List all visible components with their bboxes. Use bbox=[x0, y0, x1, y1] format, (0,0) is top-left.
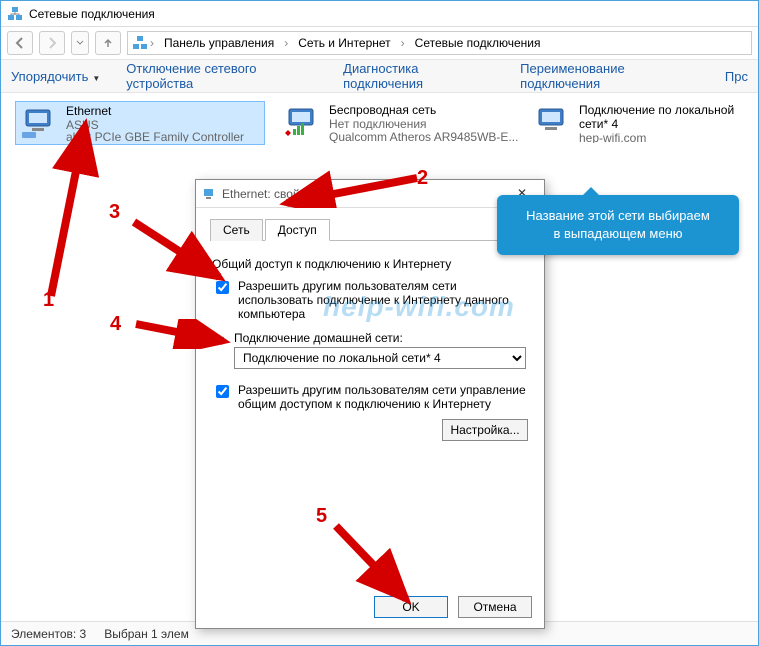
connection-detail: Qualcomm Atheros AR9485WB-E... bbox=[329, 130, 518, 143]
rename-connection[interactable]: Переименование подключения bbox=[520, 61, 699, 91]
connection-name: Ethernet bbox=[66, 104, 244, 118]
configure-button[interactable]: Настройка... bbox=[442, 419, 528, 441]
chevron-right-icon: › bbox=[148, 36, 156, 50]
home-network-select[interactable]: Подключение по локальной сети* 4 bbox=[234, 347, 526, 369]
breadcrumb-connections[interactable]: Сетевые подключения bbox=[407, 32, 549, 54]
breadcrumb-net[interactable]: Сеть и Интернет bbox=[290, 32, 398, 54]
ethernet-icon bbox=[20, 104, 60, 142]
breadcrumb-cp[interactable]: Панель управления bbox=[156, 32, 282, 54]
connection-detail: altek PCIe GBE Family Controller bbox=[66, 130, 244, 142]
tab-access[interactable]: Доступ bbox=[265, 219, 330, 241]
cancel-button[interactable]: Отмена bbox=[458, 596, 532, 618]
connection-sub: Нет подключения bbox=[329, 117, 518, 130]
nav-row: › Панель управления › Сеть и Интернет › … bbox=[1, 27, 758, 59]
wireless-icon bbox=[283, 103, 323, 141]
status-elements: Элементов: 3 bbox=[11, 627, 86, 641]
organize-menu[interactable]: Упорядочить▼ bbox=[11, 69, 100, 84]
tab-network[interactable]: Сеть bbox=[210, 219, 263, 241]
connection-sub: hеp-wifi.com bbox=[579, 131, 745, 143]
callout-line-1: Название этой сети выбираем bbox=[511, 207, 725, 225]
network-icon bbox=[132, 35, 148, 51]
ethernet-icon bbox=[202, 186, 218, 202]
checkbox-share-connection[interactable]: Разрешить другим пользователям сети испо… bbox=[212, 279, 528, 321]
chevron-down-icon: ▼ bbox=[92, 74, 100, 83]
properties-dialog: Ethernet: свойства ✕ Сеть Доступ Общий д… bbox=[195, 179, 545, 629]
lan-icon bbox=[533, 103, 573, 141]
connection-name: Подключение по локальной сети* 4 bbox=[579, 103, 745, 131]
nav-history-button[interactable] bbox=[71, 31, 89, 55]
breadcrumb-bar[interactable]: › Панель управления › Сеть и Интернет › … bbox=[127, 31, 752, 55]
disable-device[interactable]: Отключение сетевого устройства bbox=[126, 61, 317, 91]
checkbox-input[interactable] bbox=[216, 281, 229, 294]
toolbar-more[interactable]: Прс bbox=[725, 69, 748, 84]
select-label: Подключение домашней сети: bbox=[234, 331, 528, 345]
tabs: Сеть Доступ bbox=[210, 218, 530, 241]
connection-sub: ASUS bbox=[66, 118, 244, 130]
section-label: Общий доступ к подключению к Интернету bbox=[212, 257, 528, 271]
titlebar: Сетевые подключения bbox=[1, 1, 758, 27]
checkbox-label: Разрешить другим пользователям сети испо… bbox=[238, 279, 528, 321]
checkbox-label: Разрешить другим пользователям сети упра… bbox=[238, 383, 528, 411]
checkbox-allow-control[interactable]: Разрешить другим пользователям сети упра… bbox=[212, 383, 528, 411]
window-title: Сетевые подключения bbox=[29, 7, 155, 21]
connection-ethernet[interactable]: Ethernet ASUS altek PCIe GBE Family Cont… bbox=[15, 101, 265, 145]
ok-button[interactable]: OK bbox=[374, 596, 448, 618]
dialog-title: Ethernet: свойства bbox=[222, 187, 324, 201]
annotation-callout: Название этой сети выбираем в выпадающем… bbox=[497, 195, 739, 255]
callout-line-2: в выпадающем меню bbox=[511, 225, 725, 243]
dialog-titlebar[interactable]: Ethernet: свойства ✕ bbox=[196, 180, 544, 208]
diagnose[interactable]: Диагностика подключения bbox=[343, 61, 494, 91]
command-bar: Упорядочить▼ Отключение сетевого устройс… bbox=[1, 59, 758, 93]
tabpane-access: Общий доступ к подключению к Интернету Р… bbox=[210, 241, 530, 443]
status-selected: Выбран 1 элем bbox=[104, 627, 189, 641]
network-icon bbox=[7, 6, 23, 22]
chevron-right-icon: › bbox=[282, 36, 290, 50]
chevron-right-icon: › bbox=[399, 36, 407, 50]
nav-forward-button[interactable] bbox=[39, 31, 65, 55]
nav-back-button[interactable] bbox=[7, 31, 33, 55]
connection-lan4[interactable]: Подключение по локальной сети* 4 hеp-wif… bbox=[529, 101, 749, 145]
nav-up-button[interactable] bbox=[95, 31, 121, 55]
checkbox-input[interactable] bbox=[216, 385, 229, 398]
connection-name: Беспроводная сеть bbox=[329, 103, 518, 117]
connection-wireless[interactable]: Беспроводная сеть Нет подключения Qualco… bbox=[279, 101, 529, 145]
